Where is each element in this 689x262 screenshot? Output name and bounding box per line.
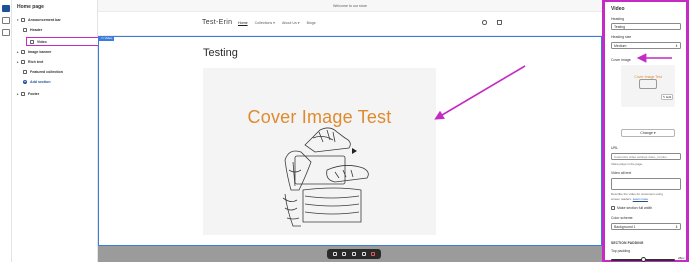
- section-settings-panel: Video Heading Testing Heading size Mediu…: [602, 0, 689, 262]
- store-preview: Welcome to our store Test-Erin Home Coll…: [98, 0, 602, 262]
- slider-handle[interactable]: [640, 257, 646, 262]
- heading-size-label: Heading size: [611, 35, 632, 39]
- add-section-label: Add section: [30, 80, 51, 84]
- url-input[interactable]: Customize video settings video_url plus: [611, 153, 681, 160]
- cart-icon[interactable]: [497, 20, 502, 25]
- apps-icon[interactable]: [2, 29, 10, 36]
- sections-icon[interactable]: [2, 5, 10, 12]
- alt-help-text-1: Describe the video for customers using: [611, 192, 663, 196]
- cover-image-thumbnail[interactable]: Cover Image Test ✎ Edit: [621, 65, 675, 107]
- learn-more-link[interactable]: Learn more: [633, 197, 648, 201]
- section-padding-heading: SECTION PADDING: [611, 241, 644, 245]
- announcement-bar[interactable]: Welcome to our store: [98, 0, 602, 12]
- store-header[interactable]: Test-Erin Home Collections ▾ About Us ▾ …: [98, 12, 602, 36]
- heading-label: Heading: [611, 17, 625, 21]
- sidebar-item-footer[interactable]: ▸ Footer: [17, 90, 39, 98]
- text-icon: [21, 60, 25, 64]
- sidebar-item-label: Header: [30, 28, 43, 32]
- nav-collections-label: Collections: [254, 21, 273, 25]
- heading-field[interactable]: Testing: [611, 23, 681, 30]
- sidebar-item-video[interactable]: Video: [26, 37, 104, 46]
- url-label: URL: [611, 146, 619, 150]
- section-tag-label: Video: [104, 36, 113, 40]
- change-image-button[interactable]: Change ▾: [621, 129, 675, 137]
- nav-about-label: About Us: [281, 21, 297, 25]
- edit-label: Edit: [666, 95, 672, 99]
- sidebar-item-label: Footer: [28, 92, 40, 96]
- sidebar-item-label: Announcement bar: [28, 18, 61, 22]
- full-width-label: Make section full width: [617, 206, 653, 210]
- heading-size-value: Medium: [614, 44, 627, 48]
- color-scheme-label: Color scheme: [611, 216, 633, 220]
- section-icon: [23, 28, 27, 32]
- section-toolbar: [327, 249, 381, 259]
- video-section[interactable]: ▭ Video Testing Cover Image Test: [98, 36, 602, 246]
- move-down-icon[interactable]: [342, 252, 347, 256]
- store-logo[interactable]: Test-Erin: [202, 19, 232, 26]
- sections-sidebar: Home page ▾ Announcement bar Header Vide…: [12, 0, 104, 262]
- video-icon: [30, 39, 34, 44]
- sidebar-item-label: Featured collection: [30, 70, 63, 74]
- section-icon: [21, 92, 25, 96]
- video-cover[interactable]: Cover Image Test: [203, 68, 436, 235]
- cover-image-text: Cover Image Test: [247, 107, 392, 127]
- checkbox-icon[interactable]: [611, 206, 615, 210]
- nav-about[interactable]: About Us ▾: [282, 21, 300, 25]
- move-up-icon[interactable]: [332, 252, 337, 256]
- panel-title: Video: [611, 6, 625, 12]
- sidebar-item-label: Video: [37, 39, 47, 44]
- heading-size-select[interactable]: Medium ⇕: [611, 42, 681, 49]
- nav-collections[interactable]: Collections ▾: [255, 21, 275, 25]
- sidebar-item-header[interactable]: Header: [23, 26, 42, 34]
- section-tag: ▭ Video: [99, 36, 115, 41]
- sidebar-item-label: Image banner: [28, 50, 52, 54]
- color-scheme-value: Background 1: [614, 225, 636, 229]
- store-nav: Home Collections ▾ About Us ▾ Blogs: [238, 21, 316, 25]
- alt-help-text-2-label: screen readers.: [611, 197, 632, 201]
- delete-icon[interactable]: [371, 252, 376, 256]
- collection-icon: [23, 70, 27, 74]
- nav-blogs[interactable]: Blogs: [307, 21, 316, 25]
- plus-icon: +: [23, 80, 27, 84]
- chevron-updown-icon: ⇕: [675, 225, 678, 229]
- app-rail: [0, 0, 12, 262]
- theme-editor: Home page ▾ Announcement bar Header Vide…: [0, 0, 689, 262]
- page-title: Home page: [17, 4, 44, 10]
- search-icon[interactable]: [482, 20, 487, 25]
- alt-text-label: Video alt text: [611, 171, 632, 175]
- cover-image-label: Cover image: [611, 58, 631, 62]
- video-heading: Testing: [203, 47, 238, 59]
- duplicate-icon[interactable]: [351, 252, 356, 256]
- sidebar-item-rich-text[interactable]: ▸ Rich text: [17, 58, 43, 66]
- sidebar-item-label: Rich text: [28, 60, 44, 64]
- edit-image-button[interactable]: ✎ Edit: [661, 94, 673, 100]
- add-section-button[interactable]: + Add section: [23, 78, 51, 86]
- chevron-updown-icon: ⇕: [675, 44, 678, 48]
- play-icon[interactable]: [352, 148, 357, 154]
- url-help-text: Video plays in the page.: [611, 162, 643, 166]
- full-width-checkbox[interactable]: Make section full width: [611, 206, 652, 210]
- theme-settings-icon[interactable]: [2, 17, 10, 24]
- sidebar-item-announcement-bar[interactable]: ▾ Announcement bar: [17, 16, 61, 24]
- shoe-thumbnail-icon: [639, 79, 657, 89]
- image-icon: [21, 50, 25, 54]
- section-icon: [21, 18, 25, 22]
- alt-text-input[interactable]: [611, 178, 681, 190]
- color-scheme-select[interactable]: Background 1 ⇕: [611, 223, 681, 230]
- sidebar-item-image-banner[interactable]: ▸ Image banner: [17, 48, 51, 56]
- sidebar-item-featured-collection[interactable]: Featured collection: [23, 68, 63, 76]
- alt-help-text-2: screen readers. Learn more: [611, 197, 648, 201]
- change-label: Change: [640, 131, 653, 135]
- nav-home[interactable]: Home: [238, 21, 248, 25]
- hide-icon[interactable]: [361, 252, 366, 256]
- top-padding-label: Top padding: [611, 249, 631, 253]
- top-padding-value: 28px: [678, 256, 685, 260]
